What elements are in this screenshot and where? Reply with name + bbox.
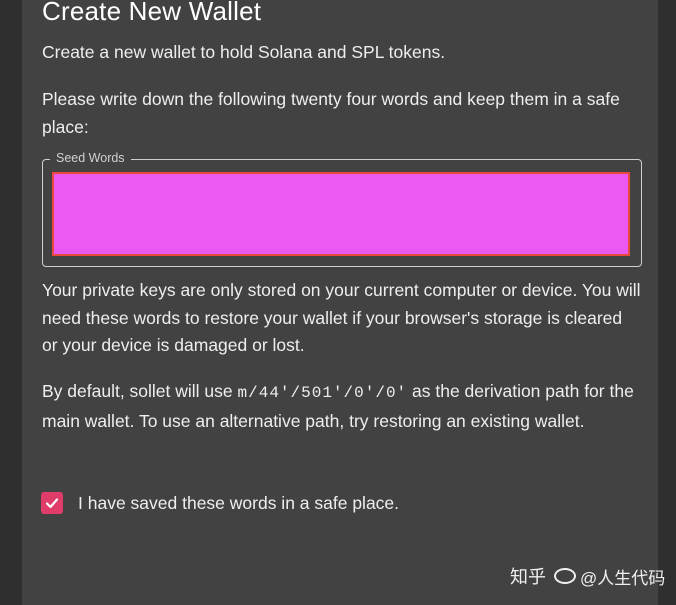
seed-words-label: Seed Words bbox=[50, 151, 131, 165]
page-title: Create New Wallet bbox=[42, 0, 262, 26]
watermark-logo-icon bbox=[554, 568, 576, 584]
warning-text: Your private keys are only stored on you… bbox=[42, 280, 641, 355]
derivation-text: By default, sollet will use m/44'/501'/0… bbox=[42, 378, 642, 435]
instruction-text: Please write down the following twenty f… bbox=[42, 89, 620, 137]
create-wallet-card: Create New Wallet Create a new wallet to… bbox=[22, 0, 658, 605]
confirm-row[interactable]: I have saved these words in a safe place… bbox=[41, 490, 399, 516]
derivation-text-before: By default, sollet will use bbox=[42, 381, 238, 401]
watermark-author: @人生代码 bbox=[580, 568, 666, 588]
seed-words-textarea[interactable] bbox=[52, 172, 630, 256]
confirm-label: I have saved these words in a safe place… bbox=[78, 492, 400, 513]
checkmark-icon bbox=[45, 498, 59, 509]
confirm-checkbox[interactable] bbox=[41, 492, 63, 514]
watermark-brand: 知乎 bbox=[510, 567, 546, 587]
watermark: 知乎 @人生代码 bbox=[510, 563, 665, 589]
intro-text: Create a new wallet to hold Solana and S… bbox=[42, 42, 446, 62]
derivation-path: m/44'/501'/0'/0' bbox=[237, 384, 408, 402]
